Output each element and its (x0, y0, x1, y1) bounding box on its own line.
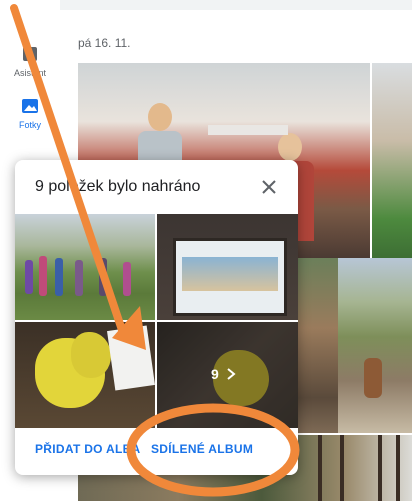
assistant-icon (23, 47, 37, 61)
upload-complete-dialog: 9 položek bylo nahráno 9 PŘIDAT DO ALBA … (15, 160, 298, 475)
nav-item-label: Fotky (18, 120, 41, 130)
dialog-actions: PŘIDAT DO ALBA SDÍLENÉ ALBUM (15, 430, 298, 475)
nav-item-assistant[interactable]: Asistent (0, 44, 60, 78)
shared-album-button[interactable]: SDÍLENÉ ALBUM (151, 442, 253, 456)
nav-item-photos[interactable]: Fotky (0, 96, 60, 130)
section-date-label: pá 16. 11. (78, 36, 131, 50)
photo-thumbnail[interactable] (298, 258, 338, 433)
more-count: 9 (211, 366, 219, 382)
uploaded-thumbnail[interactable] (157, 214, 298, 320)
dialog-title: 9 položek bylo nahráno (35, 178, 201, 195)
photos-icon (22, 99, 38, 113)
uploaded-thumbnail[interactable] (15, 322, 155, 428)
uploaded-thumbnail[interactable] (15, 214, 155, 320)
uploaded-thumbnail-more[interactable]: 9 (157, 322, 298, 428)
photo-thumbnail[interactable] (372, 63, 412, 258)
add-to-album-button[interactable]: PŘIDAT DO ALBA (35, 442, 141, 456)
nav-item-label: Asistent (13, 68, 46, 78)
close-icon[interactable] (258, 176, 280, 198)
photo-thumbnail[interactable] (338, 258, 412, 433)
chevron-right-icon (227, 368, 236, 380)
info-board (173, 238, 287, 316)
top-bar (0, 0, 412, 10)
